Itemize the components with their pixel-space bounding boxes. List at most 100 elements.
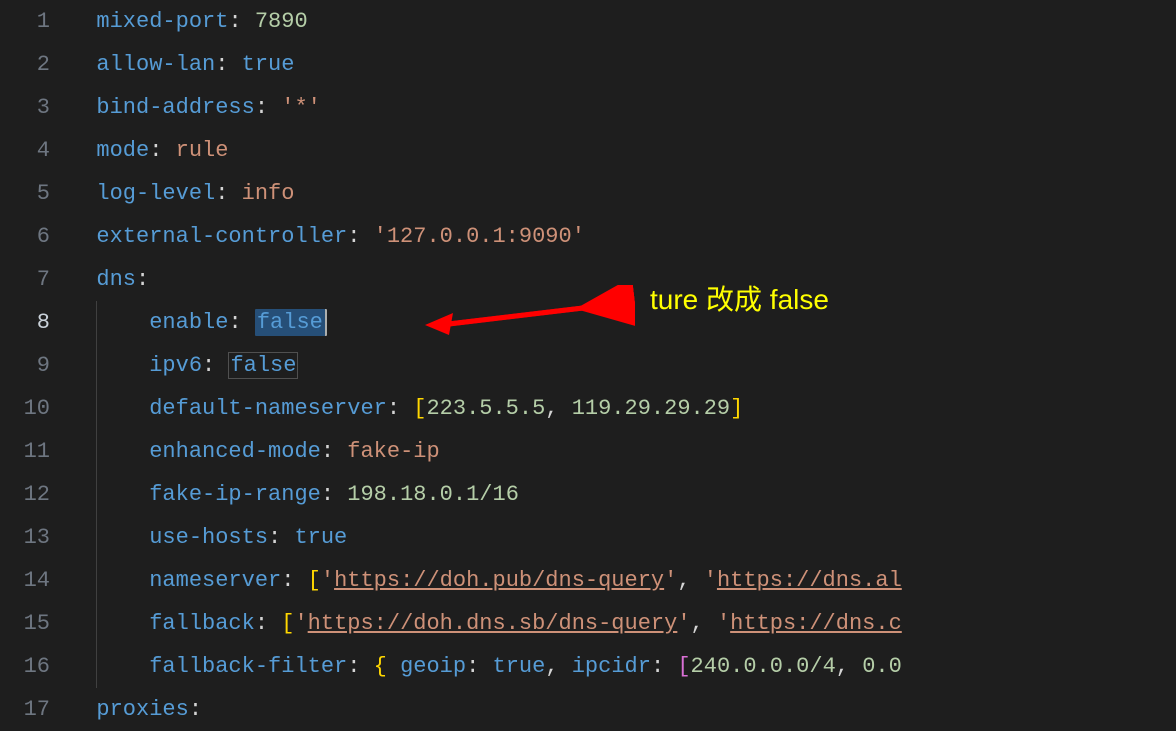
code-line[interactable]: 14 nameserver: ['https://doh.pub/dns-que… <box>0 559 1176 602</box>
indent-guide <box>96 344 97 387</box>
token-colon: : <box>387 396 413 421</box>
token-number: 240.0.0.0/4 <box>691 654 836 679</box>
line-content[interactable]: fake-ip-range: 198.18.0.1/16 <box>70 482 519 507</box>
line-content[interactable]: fallback-filter: { geoip: true, ipcidr: … <box>70 654 902 679</box>
line-content[interactable]: mode: rule <box>70 138 228 163</box>
token-key: external-controller <box>96 224 347 249</box>
token-bracket: [ <box>281 611 294 636</box>
token-text-plain: rule <box>176 138 229 163</box>
token-key: bind-address <box>96 95 254 120</box>
code-line[interactable]: 17 proxies: <box>0 688 1176 731</box>
line-content[interactable]: bind-address: '*' <box>70 95 321 120</box>
code-line[interactable]: 15 fallback: ['https://doh.dns.sb/dns-qu… <box>0 602 1176 645</box>
code-line[interactable]: 3 bind-address: '*' <box>0 86 1176 129</box>
token-colon: : <box>149 138 175 163</box>
token-key: fallback-filter <box>149 654 347 679</box>
token-number: 7890 <box>255 9 308 34</box>
token-key: ipv6 <box>149 353 202 378</box>
token-colon: : <box>347 224 373 249</box>
code-line[interactable]: 9 ipv6: false <box>0 344 1176 387</box>
line-number: 3 <box>0 95 70 120</box>
token-string: ' <box>664 568 677 593</box>
code-line[interactable]: 7 dns: <box>0 258 1176 301</box>
token-string: '*' <box>281 95 321 120</box>
indent-guide <box>96 301 97 344</box>
line-number: 1 <box>0 9 70 34</box>
indent-guide <box>96 559 97 602</box>
token-string: '127.0.0.1:9090' <box>374 224 585 249</box>
token-colon: : <box>651 654 677 679</box>
token-colon: : <box>228 9 254 34</box>
token-colon: : <box>228 310 254 335</box>
code-line[interactable]: 11 enhanced-mode: fake-ip <box>0 430 1176 473</box>
indent-guide <box>96 473 97 516</box>
token-number: 119.29.29.29 <box>572 396 730 421</box>
token-string: ' <box>717 611 730 636</box>
token-key: proxies <box>96 697 188 722</box>
line-number: 11 <box>0 439 70 464</box>
token-string: ' <box>321 568 334 593</box>
line-content[interactable]: proxies: <box>70 697 202 722</box>
line-content[interactable]: use-hosts: true <box>70 525 347 550</box>
line-content[interactable]: default-nameserver: [223.5.5.5, 119.29.2… <box>70 396 743 421</box>
token-number: 0.0 <box>862 654 902 679</box>
token-string: ' <box>677 611 690 636</box>
code-line[interactable]: 1 mixed-port: 7890 <box>0 0 1176 43</box>
code-editor[interactable]: 1 mixed-port: 78902 allow-lan: true3 bin… <box>0 0 1176 730</box>
token-colon: : <box>268 525 294 550</box>
token-key: enable <box>149 310 228 335</box>
line-content[interactable]: nameserver: ['https://doh.pub/dns-query'… <box>70 568 902 593</box>
token-url: https://doh.pub/dns-query <box>334 568 664 593</box>
indent-guide <box>96 430 97 473</box>
line-content[interactable]: fallback: ['https://doh.dns.sb/dns-query… <box>70 611 902 636</box>
token-url: https://dns.c <box>730 611 902 636</box>
token-comma: , <box>677 568 703 593</box>
line-content[interactable]: enhanced-mode: fake-ip <box>70 439 440 464</box>
code-line[interactable]: 13 use-hosts: true <box>0 516 1176 559</box>
line-content[interactable]: dns: <box>70 267 149 292</box>
line-content[interactable]: external-controller: '127.0.0.1:9090' <box>70 224 585 249</box>
code-line[interactable]: 4 mode: rule <box>0 129 1176 172</box>
line-number: 8 <box>0 310 70 335</box>
token-colon: : <box>321 439 347 464</box>
code-line[interactable]: 2 allow-lan: true <box>0 43 1176 86</box>
code-line[interactable]: 10 default-nameserver: [223.5.5.5, 119.2… <box>0 387 1176 430</box>
token-string: ' <box>704 568 717 593</box>
token-comma: , <box>545 654 571 679</box>
line-content[interactable]: ipv6: false <box>70 352 298 379</box>
line-number: 13 <box>0 525 70 550</box>
line-number: 6 <box>0 224 70 249</box>
token-bracket: [ <box>413 396 426 421</box>
token-colon: : <box>215 52 241 77</box>
token-value-true: true <box>294 525 347 550</box>
token-bracket: { <box>374 654 400 679</box>
code-line[interactable]: 6 external-controller: '127.0.0.1:9090' <box>0 215 1176 258</box>
line-content[interactable]: mixed-port: 7890 <box>70 9 308 34</box>
line-content[interactable]: log-level: info <box>70 181 294 206</box>
token-key: enhanced-mode <box>149 439 321 464</box>
token-key: mode <box>96 138 149 163</box>
token-colon: : <box>136 267 149 292</box>
line-content[interactable]: enable: false <box>70 309 327 336</box>
token-comma: , <box>836 654 862 679</box>
line-number: 5 <box>0 181 70 206</box>
token-number: 223.5.5.5 <box>426 396 545 421</box>
token-value-false: false <box>255 309 327 336</box>
code-line[interactable]: 16 fallback-filter: { geoip: true, ipcid… <box>0 645 1176 688</box>
token-key: dns <box>96 267 136 292</box>
code-line[interactable]: 5 log-level: info <box>0 172 1176 215</box>
token-string: ' <box>294 611 307 636</box>
code-line[interactable]: 8 enable: false <box>0 301 1176 344</box>
token-colon: : <box>189 697 202 722</box>
indent-guide <box>96 516 97 559</box>
token-value-false: false <box>228 352 298 379</box>
line-number: 14 <box>0 568 70 593</box>
line-content[interactable]: allow-lan: true <box>70 52 294 77</box>
token-key: mixed-port <box>96 9 228 34</box>
line-number: 10 <box>0 396 70 421</box>
code-line[interactable]: 12 fake-ip-range: 198.18.0.1/16 <box>0 473 1176 516</box>
token-colon: : <box>281 568 307 593</box>
token-url: https://dns.al <box>717 568 902 593</box>
token-colon: : <box>215 181 241 206</box>
token-bracket2: [ <box>677 654 690 679</box>
